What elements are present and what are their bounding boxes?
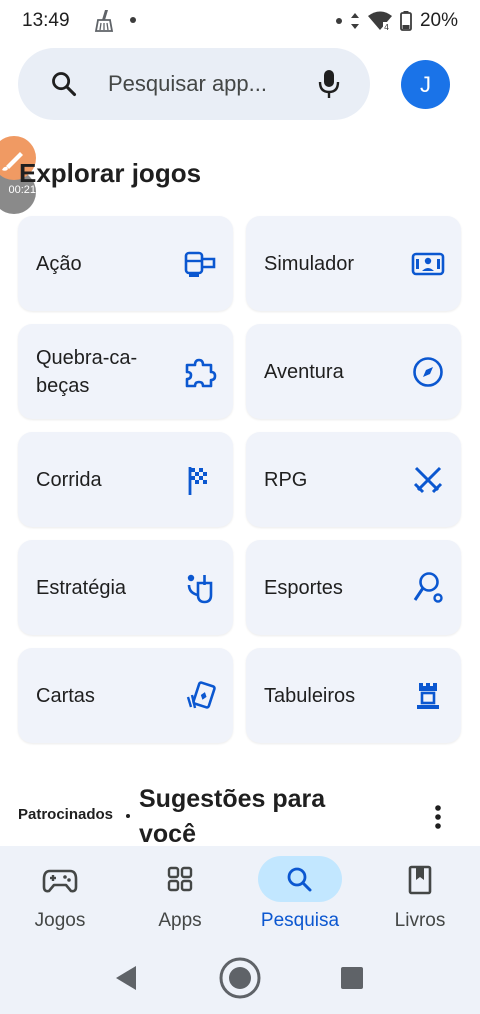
- simulator-icon: [411, 252, 445, 275]
- category-label: Simulador: [264, 252, 355, 275]
- category-label: Esportes: [264, 576, 343, 599]
- search-icon: [52, 72, 77, 97]
- status-bar: 13:49 4 20%: [0, 0, 480, 44]
- category-label: Corrida: [36, 468, 102, 491]
- cards-icon: [186, 680, 216, 709]
- nav-item-jogos[interactable]: Jogos: [0, 856, 120, 946]
- category-card-rpg[interactable]: RPG: [246, 432, 461, 527]
- action-icon: [184, 251, 216, 277]
- cleaner-icon: [94, 10, 114, 32]
- puzzle-icon: [185, 358, 217, 387]
- category-label: Estratégia: [36, 576, 127, 599]
- battery-percent: 20%: [419, 10, 458, 31]
- search-bar[interactable]: Pesquisar app...: [18, 48, 370, 120]
- category-card-aventura[interactable]: Aventura: [246, 324, 461, 419]
- category-card-tabuleiros[interactable]: Tabuleiros: [246, 648, 461, 743]
- racket-icon: [413, 571, 443, 603]
- home-icon[interactable]: [218, 956, 262, 1000]
- category-label: Quebra-ca-beças: [36, 346, 138, 397]
- svg-text:4: 4: [384, 23, 389, 31]
- gamepad-icon: [42, 869, 78, 893]
- book-icon: [408, 865, 432, 895]
- category-card-estrategia[interactable]: Estratégia: [18, 540, 233, 635]
- nav-label: Apps: [158, 910, 202, 931]
- recents-icon[interactable]: [340, 966, 364, 990]
- notification-dot-right: [335, 18, 342, 24]
- category-label: Ação: [36, 252, 82, 275]
- checkered-flag-icon: [188, 466, 207, 495]
- category-label: Cartas: [36, 684, 95, 707]
- category-label: RPG: [264, 468, 308, 491]
- more-vert-icon[interactable]: [426, 800, 450, 834]
- category-card-simulador[interactable]: Simulador: [246, 216, 461, 311]
- system-navigation-bar: [0, 950, 480, 1010]
- nav-item-pesquisa[interactable]: Pesquisa: [240, 856, 360, 946]
- nav-label: Livros: [394, 910, 446, 931]
- chess-rook-icon: [417, 682, 439, 709]
- strategy-icon: [187, 574, 213, 603]
- battery-icon: [400, 11, 412, 31]
- section-title: Explorar jogos: [19, 158, 202, 188]
- notification-dot: [130, 17, 136, 23]
- category-card-corrida[interactable]: Corrida: [18, 432, 233, 527]
- apps-grid-icon: [167, 866, 193, 892]
- category-label: Tabuleiros: [264, 684, 356, 707]
- category-label: Aventura: [264, 360, 344, 383]
- search-input[interactable]: Pesquisar app...: [108, 71, 267, 97]
- category-card-esportes[interactable]: Esportes: [246, 540, 461, 635]
- microphone-icon[interactable]: [317, 68, 341, 100]
- suggestions-title: Sugestões para você: [139, 785, 326, 848]
- category-card-cartas[interactable]: Cartas: [18, 648, 233, 743]
- nav-label: Jogos: [34, 910, 86, 931]
- compass-icon: [413, 356, 443, 387]
- category-card-acao[interactable]: Ação: [18, 216, 233, 311]
- wifi-icon: 4: [367, 11, 392, 31]
- sponsored-label: Patrocinados: [18, 806, 114, 823]
- nav-item-apps[interactable]: Apps: [120, 856, 240, 946]
- account-avatar[interactable]: J: [401, 60, 450, 109]
- separator-dot: [126, 814, 130, 818]
- back-icon[interactable]: [114, 965, 138, 991]
- nav-label: Pesquisa: [260, 910, 340, 931]
- data-arrows-icon: [350, 13, 359, 29]
- crossed-swords-icon: [413, 466, 443, 493]
- category-card-quebra-cabecas[interactable]: Quebra-ca-beças: [18, 324, 233, 419]
- nav-item-livros[interactable]: Livros: [360, 856, 480, 946]
- category-grid: Ação Simulador Quebra-ca-beças Aventura: [18, 216, 462, 743]
- search-icon: [287, 867, 312, 892]
- status-time: 13:49: [22, 10, 70, 31]
